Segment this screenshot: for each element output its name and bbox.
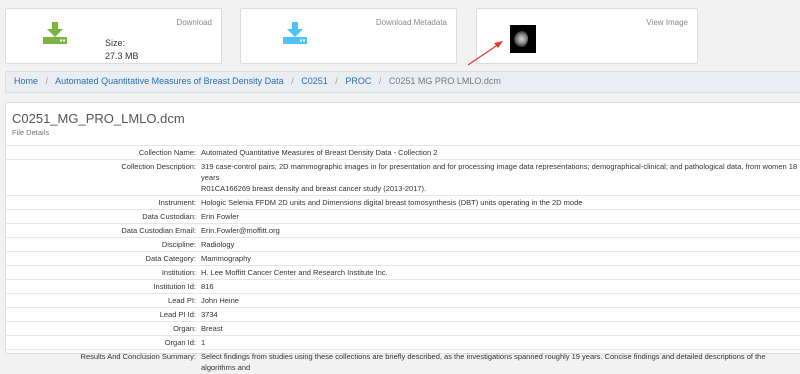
detail-row: Lead PI: John Heine [6, 293, 800, 307]
mammogram-preview [514, 31, 528, 47]
file-title: C0251_MG_PRO_LMLO.dcm [12, 111, 185, 126]
detail-label: Data Category: [145, 254, 196, 263]
breadcrumb-current: C0251 MG PRO LMLO.dcm [388, 76, 501, 86]
detail-row: Institution: H. Lee Moffitt Cancer Cente… [6, 265, 800, 279]
detail-row: Data Custodian: Erin Fowler [6, 209, 800, 223]
detail-row: Discipline: Radiology [6, 237, 800, 251]
detail-label: Instrument: [158, 198, 196, 207]
download-caption: Download [176, 18, 212, 27]
download-metadata-card[interactable]: Download Metadata [240, 8, 457, 64]
detail-row: Organ: Breast [6, 321, 800, 335]
detail-label: Institution Id: [153, 282, 196, 291]
detail-label: Lead PI Id: [159, 310, 196, 319]
detail-label: Collection Description: [121, 162, 196, 171]
detail-label: Data Custodian Email: [121, 226, 196, 235]
detail-value: Erin.Fowler@moffitt.org [201, 226, 280, 235]
detail-row: Collection Name: Automated Quantitative … [6, 145, 800, 159]
breadcrumb-study-link[interactable]: PROC [345, 76, 371, 86]
download-icon[interactable] [43, 22, 67, 44]
annotation-arrow-icon [467, 41, 503, 66]
size-value: 27.3 MB [105, 51, 139, 61]
detail-value: 319 case-control pairs; 2D mammographic … [201, 162, 798, 193]
breadcrumb-separator: / [291, 76, 294, 86]
detail-row: Organ Id: 1 [6, 335, 800, 349]
file-details-panel: C0251_MG_PRO_LMLO.dcm File Details Colle… [5, 102, 800, 372]
breadcrumb: Home / Automated Quantitative Measures o… [5, 71, 800, 93]
detail-row: Institution Id: 816 [6, 279, 800, 293]
download-metadata-icon[interactable] [283, 22, 307, 44]
detail-value: Automated Quantitative Measures of Breas… [201, 148, 438, 157]
detail-row: Instrument: Hologic Selenia FFDM 2D unit… [6, 195, 800, 209]
view-image-card[interactable]: View Image [476, 8, 698, 64]
file-details-subtitle: File Details [12, 128, 50, 137]
detail-label: Organ: [173, 324, 196, 333]
download-card[interactable]: Download Size: 27.3 MB [5, 8, 222, 64]
details-table: Collection Name: Automated Quantitative … [6, 145, 800, 374]
detail-value: 3734 [201, 310, 218, 319]
detail-value: Erin Fowler [201, 212, 239, 221]
size-label: Size: [105, 38, 126, 48]
detail-value: Select findings from studies using these… [201, 352, 768, 372]
detail-value: Hologic Selenia FFDM 2D units and Dimens… [201, 198, 583, 207]
breadcrumb-subject-link[interactable]: C0251 [301, 76, 328, 86]
detail-row: Collection Description: 319 case-control… [6, 159, 800, 195]
detail-row: Data Custodian Email: Erin.Fowler@moffit… [6, 223, 800, 237]
detail-row: Data Category: Mammography [6, 251, 800, 265]
detail-value: Radiology [201, 240, 235, 249]
detail-label: Results And Conclusion Summary: [80, 352, 196, 361]
breadcrumb-separator: / [378, 76, 382, 86]
breadcrumb-separator: / [335, 76, 338, 86]
detail-label: Lead PI: [168, 296, 196, 305]
view-image-caption: View Image [646, 18, 688, 27]
breadcrumb-collection-link[interactable]: Automated Quantitative Measures of Breas… [55, 76, 284, 86]
detail-value: Mammography [201, 254, 252, 263]
detail-value: Breast [201, 324, 223, 333]
download-metadata-caption: Download Metadata [375, 18, 447, 27]
image-thumbnail[interactable] [510, 25, 536, 53]
detail-label: Collection Name: [138, 148, 196, 157]
detail-label: Institution: [161, 268, 196, 277]
detail-row: Lead PI Id: 3734 [6, 307, 800, 321]
breadcrumb-separator: / [45, 76, 49, 86]
detail-value: 816 [201, 282, 214, 291]
breadcrumb-home-link[interactable]: Home [14, 76, 38, 86]
detail-value: John Heine [201, 296, 239, 305]
detail-value: H. Lee Moffitt Cancer Center and Researc… [201, 268, 388, 277]
detail-label: Discipline: [161, 240, 196, 249]
detail-row: Results And Conclusion Summary: Select f… [6, 349, 800, 374]
detail-label: Data Custodian: [142, 212, 196, 221]
